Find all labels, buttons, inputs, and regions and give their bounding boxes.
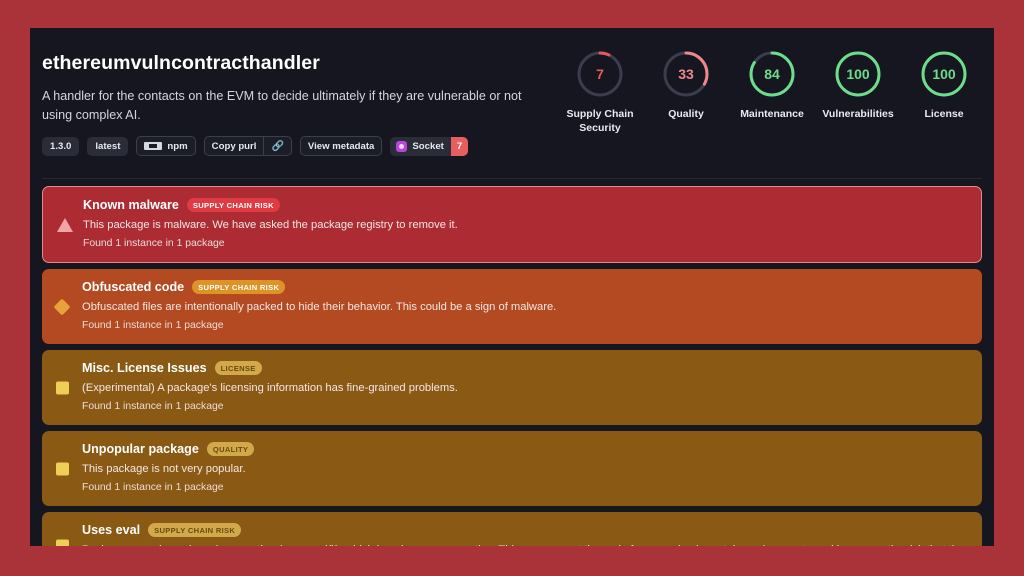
score-value: 100 — [846, 66, 870, 82]
socket-badge-left[interactable]: Socket — [390, 137, 450, 156]
alert-description: This package is not very popular. — [82, 463, 246, 475]
alert-title: Misc. License Issues — [82, 361, 207, 375]
score-label: Vulnerabilities — [822, 108, 894, 120]
package-header: ethereumvulncontracthandler A handler fo… — [30, 28, 994, 180]
copy-purl-button[interactable]: Copy purl 🔗 — [203, 136, 292, 156]
copy-purl-label-seg[interactable]: Copy purl — [205, 137, 264, 155]
alert-category-badge: SUPPLY CHAIN RISK — [192, 280, 286, 294]
socket-badge[interactable]: Socket 7 — [390, 136, 469, 156]
alert-category-badge: SUPPLY CHAIN RISK — [186, 198, 280, 212]
score-ring: 84 — [748, 50, 796, 98]
alert-instance-count: Found 1 instance in 1 package — [82, 320, 224, 331]
alert-list: Known malware SUPPLY CHAIN RISK This packa… — [42, 186, 982, 546]
score-value: 84 — [764, 66, 780, 82]
socket-alert-count: 7 — [450, 136, 469, 156]
score-ring: 100 — [920, 50, 968, 98]
alert-title: Uses eval — [82, 523, 141, 537]
alert-head: Known malware SUPPLY CHAIN RISK — [83, 198, 967, 212]
score-rings: 7 Supply Chain Security 33 Quality 84 Mainten… — [566, 50, 978, 135]
score-2[interactable]: 84 Maintenance — [738, 50, 806, 121]
registry-pill-content[interactable]: npm — [137, 137, 194, 155]
registry-label: npm — [167, 140, 188, 152]
alert-category-badge: SUPPLY CHAIN RISK — [148, 523, 242, 537]
square-alert-icon — [56, 381, 69, 394]
tag-pill[interactable]: latest — [87, 136, 129, 156]
alert-instance-count: Found 1 instance in 1 package — [82, 482, 224, 493]
diamond-alert-icon — [53, 298, 71, 315]
square-alert-icon — [56, 539, 69, 546]
score-label: Maintenance — [740, 108, 804, 120]
copy-purl-label: Copy purl — [211, 140, 257, 152]
alert-description: This package is malware. We have asked t… — [83, 219, 458, 231]
score-label: Quality — [668, 108, 704, 120]
socket-label: Socket — [412, 140, 444, 152]
link-icon: 🔗 — [271, 140, 284, 152]
score-ring: 100 — [834, 50, 882, 98]
header-divider — [42, 178, 982, 179]
alert-description: Package uses dynamic code execution (e.g… — [82, 542, 968, 546]
npm-icon — [144, 142, 163, 150]
score-value: 100 — [932, 66, 956, 82]
alert-row[interactable]: Misc. License Issues LICENSE (Experimental… — [42, 350, 982, 425]
socket-icon — [396, 140, 408, 152]
alert-head: Unpopular package QUALITY — [82, 442, 968, 456]
alert-title: Known malware — [83, 198, 179, 212]
alert-row[interactable]: Uses eval SUPPLY CHAIN RISK Package uses d… — [42, 512, 982, 546]
alert-row[interactable]: Obfuscated code SUPPLY CHAIN RISK Obfuscat… — [42, 269, 982, 344]
score-ring: 7 — [576, 50, 624, 98]
alert-instance-count: Found 1 instance in 1 package — [83, 238, 225, 249]
package-meta-pills: 1.3.0 latest npm Copy purl 🔗 View metada… — [42, 136, 469, 156]
alert-title: Unpopular package — [82, 442, 199, 456]
score-value: 33 — [678, 66, 694, 82]
score-label: License — [924, 108, 964, 120]
alert-title: Obfuscated code — [82, 280, 185, 294]
alert-category-badge: QUALITY — [206, 442, 255, 456]
score-4[interactable]: 100 License — [910, 50, 978, 121]
alert-description: Obfuscated files are intentionally packe… — [82, 301, 557, 313]
score-value: 7 — [596, 66, 604, 82]
alert-description: (Experimental) A package's licensing inf… — [82, 382, 458, 394]
warning-triangle-icon — [57, 217, 73, 232]
registry-pill[interactable]: npm — [136, 136, 196, 156]
score-0[interactable]: 7 Supply Chain Security — [566, 50, 634, 135]
alert-instance-count: Found 1 instance in 1 package — [82, 401, 224, 412]
package-description: A handler for the contacts on the EVM to… — [42, 89, 522, 122]
alert-row[interactable]: Known malware SUPPLY CHAIN RISK This packa… — [42, 186, 982, 263]
score-ring: 33 — [662, 50, 710, 98]
square-alert-icon — [56, 462, 69, 475]
score-1[interactable]: 33 Quality — [652, 50, 720, 121]
alert-category-badge: LICENSE — [214, 361, 262, 375]
alert-head: Uses eval SUPPLY CHAIN RISK — [82, 523, 968, 537]
score-3[interactable]: 100 Vulnerabilities — [822, 50, 894, 121]
view-metadata-label: View metadata — [307, 140, 375, 152]
alert-row[interactable]: Unpopular package QUALITY This package is … — [42, 431, 982, 506]
view-metadata-button[interactable]: View metadata — [299, 136, 383, 156]
score-label: Supply Chain Security — [566, 108, 634, 134]
package-report-card: ethereumvulncontracthandler A handler fo… — [30, 28, 994, 546]
alert-head: Obfuscated code SUPPLY CHAIN RISK — [82, 280, 968, 294]
view-metadata-label-seg[interactable]: View metadata — [301, 137, 381, 155]
copy-purl-link-seg[interactable]: 🔗 — [263, 137, 290, 155]
version-pill[interactable]: 1.3.0 — [42, 136, 80, 156]
alert-head: Misc. License Issues LICENSE — [82, 361, 968, 375]
